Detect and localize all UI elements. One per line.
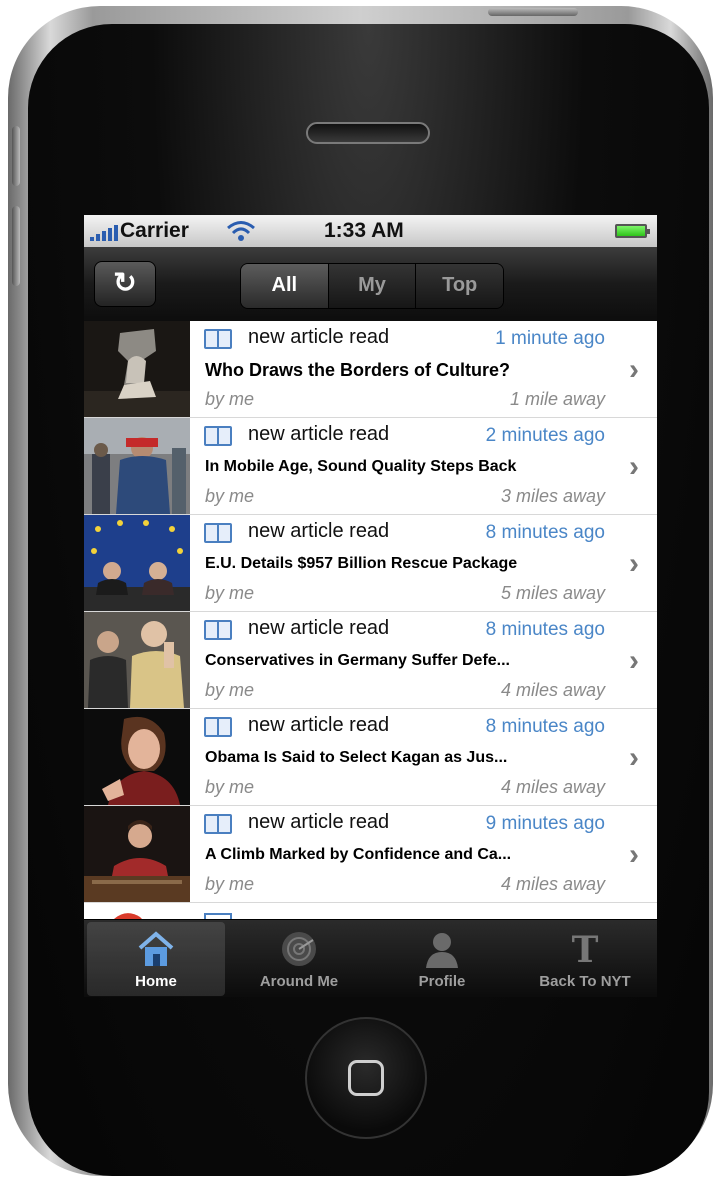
feed-item[interactable]: new article read 2 minutes ago In Mobile… <box>84 418 657 515</box>
tab-around-me[interactable]: Around Me <box>230 922 368 996</box>
activity-label: new article read <box>248 520 390 542</box>
chevron-right-icon: › <box>629 741 639 774</box>
activity-label: new article read <box>248 714 390 736</box>
carrier-name: Carrier <box>120 219 189 242</box>
timestamp: 8 minutes ago <box>485 522 605 543</box>
distance-label: 3 miles away <box>500 486 605 506</box>
feed-item-partial <box>84 903 657 919</box>
distance-label: 1 mile away <box>509 389 605 409</box>
byline: by me <box>205 874 255 894</box>
wifi-icon <box>227 221 255 241</box>
book-icon <box>204 717 232 737</box>
battery-icon <box>615 224 650 238</box>
book-icon <box>204 426 232 446</box>
distance-label: 4 miles away <box>500 680 605 700</box>
tab-back-to-nyt[interactable]: T Back To NYT <box>516 922 654 996</box>
article-title: Obama Is Said to Select Kagan as Jus... <box>205 749 508 766</box>
chevron-right-icon: › <box>629 547 639 580</box>
chevron-right-icon: › <box>629 838 639 871</box>
signal-strength-icon <box>90 225 122 241</box>
article-title: E.U. Details $957 Billion Rescue Package <box>205 555 518 572</box>
article-thumbnail <box>84 612 190 708</box>
feed-item[interactable]: new article read 8 minutes ago Conservat… <box>84 612 657 709</box>
feed-item[interactable]: new article read 1 minute ago Who Draws … <box>84 321 657 418</box>
byline: by me <box>205 680 255 700</box>
timestamp: 8 minutes ago <box>485 716 605 737</box>
app-screen: Carrier 1:33 AM ↻ All My Top new article… <box>84 215 657 997</box>
book-icon <box>204 329 232 349</box>
article-thumbnail <box>84 418 190 514</box>
book-icon <box>204 814 232 834</box>
tab-profile[interactable]: Profile <box>373 922 511 996</box>
article-thumbnail <box>84 903 190 919</box>
nyt-logo-icon: T <box>572 930 599 968</box>
chevron-right-icon: › <box>629 353 639 386</box>
segment-all[interactable]: All <box>241 264 329 308</box>
feed-item[interactable]: new article read 8 minutes ago Obama Is … <box>84 709 657 806</box>
svg-text:T: T <box>572 930 599 968</box>
refresh-icon: ↻ <box>113 267 137 298</box>
book-icon <box>204 620 232 640</box>
hardware-home-button[interactable] <box>305 1017 427 1139</box>
feed-filter-segmented-control: All My Top <box>240 263 504 309</box>
article-thumbnail <box>84 515 190 611</box>
profile-icon <box>426 933 458 968</box>
activity-label: new article read <box>248 423 390 445</box>
feed-item[interactable]: new article read 9 minutes ago A Climb M… <box>84 806 657 903</box>
tab-label: Home <box>135 973 177 990</box>
timestamp: 9 minutes ago <box>485 813 605 834</box>
timestamp: 1 minute ago <box>495 328 605 349</box>
book-icon <box>204 523 232 543</box>
nav-bar: ↻ All My Top <box>84 247 657 322</box>
sleep-button <box>488 8 578 16</box>
timestamp: 8 minutes ago <box>485 619 605 640</box>
article-title: Conservatives in Germany Suffer Defe... <box>205 652 510 669</box>
timestamp: 2 minutes ago <box>485 425 605 446</box>
tab-label: Profile <box>418 973 466 990</box>
byline: by me <box>205 389 255 409</box>
radar-icon <box>282 932 316 966</box>
status-clock: 1:33 AM <box>324 219 404 242</box>
activity-label: new article read <box>248 617 390 639</box>
byline: by me <box>205 583 255 603</box>
mute-switch <box>12 126 20 186</box>
byline: by me <box>205 486 255 506</box>
article-title: A Climb Marked by Confidence and Ca... <box>205 846 512 863</box>
chevron-right-icon: › <box>629 450 639 483</box>
distance-label: 5 miles away <box>500 583 605 603</box>
earpiece-speaker <box>306 122 430 144</box>
tab-label: Around Me <box>259 973 339 990</box>
distance-label: 4 miles away <box>500 777 605 797</box>
byline: by me <box>205 777 255 797</box>
segment-my[interactable]: My <box>328 264 417 308</box>
volume-buttons <box>12 206 20 286</box>
article-thumbnail <box>84 709 190 805</box>
distance-label: 4 miles away <box>500 874 605 894</box>
chevron-right-icon: › <box>629 644 639 677</box>
segment-top[interactable]: Top <box>416 264 503 308</box>
tab-bar: Home Around Me Profile T Back To NYT <box>84 919 657 997</box>
activity-feed: new article read 1 minute ago Who Draws … <box>84 321 657 919</box>
refresh-button[interactable]: ↻ <box>94 261 156 307</box>
activity-label: new article read <box>248 326 390 348</box>
article-title: In Mobile Age, Sound Quality Steps Back <box>205 458 517 475</box>
status-bar: Carrier 1:33 AM <box>84 215 657 247</box>
home-icon <box>138 931 174 966</box>
home-button-square-icon <box>348 1060 384 1096</box>
article-thumbnail <box>84 321 190 417</box>
article-thumbnail <box>84 806 190 902</box>
article-title: Who Draws the Borders of Culture? <box>205 360 511 380</box>
tab-label: Back To NYT <box>539 973 631 990</box>
activity-label: new article read <box>248 811 390 833</box>
feed-item[interactable]: new article read 8 minutes ago E.U. Deta… <box>84 515 657 612</box>
tab-home[interactable]: Home <box>87 922 225 996</box>
